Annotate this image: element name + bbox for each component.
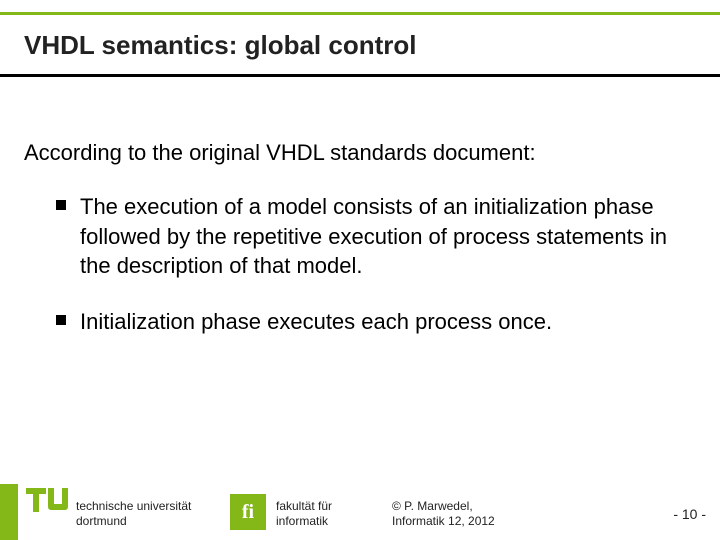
fi-logo-text: fi <box>242 501 254 524</box>
page-number: - 10 - <box>673 506 706 522</box>
footer: technische universität dortmund fi fakul… <box>0 484 720 540</box>
bullet-text: Initialization phase executes each proce… <box>80 307 552 337</box>
title-underline <box>0 74 720 77</box>
tu-line1: technische universität <box>76 499 191 513</box>
intro-text: According to the original VHDL standards… <box>24 140 536 166</box>
slide: VHDL semantics: global control According… <box>0 0 720 540</box>
bullet-list: The execution of a model consists of an … <box>56 192 676 363</box>
footer-accent-box <box>0 484 18 540</box>
bullet-text: The execution of a model consists of an … <box>80 192 676 281</box>
slide-title: VHDL semantics: global control <box>24 30 416 61</box>
copyright: © P. Marwedel, Informatik 12, 2012 <box>392 499 495 528</box>
tu-logo-icon <box>26 488 70 512</box>
fi-affiliation: fakultät für informatik <box>276 499 332 528</box>
copyright-line1: © P. Marwedel, <box>392 499 495 513</box>
bullet-square-icon <box>56 315 66 325</box>
top-accent-bar <box>0 12 720 15</box>
fi-line1: fakultät für <box>276 499 332 513</box>
tu-affiliation: technische universität dortmund <box>76 499 191 528</box>
fi-line2: informatik <box>276 514 332 528</box>
copyright-line2: Informatik 12, 2012 <box>392 514 495 528</box>
list-item: Initialization phase executes each proce… <box>56 307 676 337</box>
bullet-square-icon <box>56 200 66 210</box>
list-item: The execution of a model consists of an … <box>56 192 676 281</box>
fi-logo-icon: fi <box>230 494 266 530</box>
tu-line2: dortmund <box>76 514 191 528</box>
